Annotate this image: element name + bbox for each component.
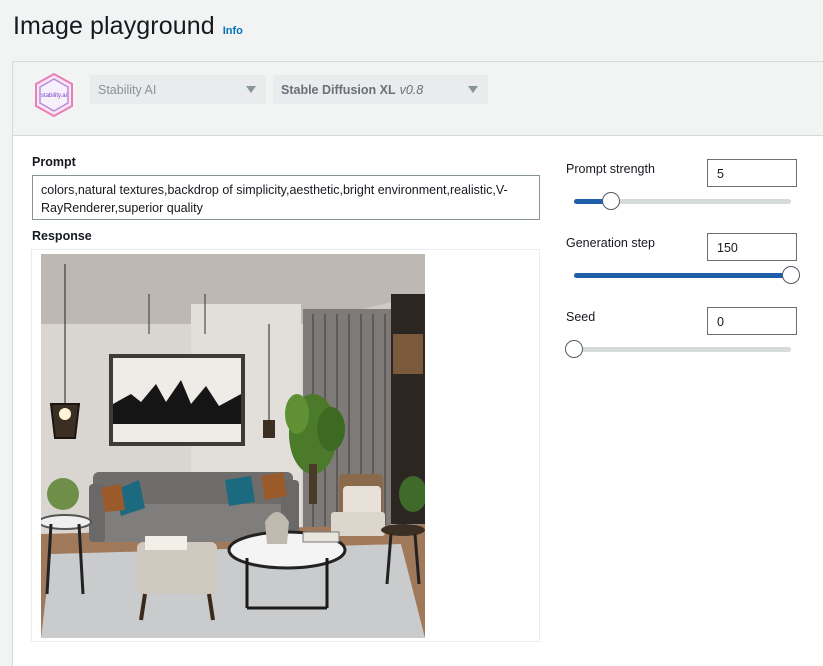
- prompt-strength-slider[interactable]: [574, 192, 791, 210]
- generation-step-slider[interactable]: [574, 266, 800, 284]
- generated-image: [41, 254, 425, 638]
- info-link[interactable]: Info: [223, 25, 243, 37]
- response-area: [31, 249, 540, 642]
- model-select-version: v0.8: [399, 82, 424, 97]
- page-header: Image playground Info: [13, 12, 243, 41]
- prompt-label: Prompt: [32, 155, 76, 169]
- playground-panel: stability.ai Stability AI Stable Diffusi…: [12, 61, 823, 666]
- provider-select-value: Stability AI: [98, 82, 157, 97]
- model-select[interactable]: Stable Diffusion XL v0.8: [273, 75, 488, 104]
- slider-fill: [574, 273, 791, 278]
- prompt-strength-label: Prompt strength: [566, 162, 655, 176]
- slider-thumb[interactable]: [782, 266, 800, 284]
- prompt-input[interactable]: colors,natural textures,backdrop of simp…: [32, 175, 540, 220]
- model-selector-bar: stability.ai Stability AI Stable Diffusi…: [13, 62, 823, 136]
- prompt-strength-input[interactable]: 5: [707, 159, 797, 187]
- caret-down-icon: [246, 86, 256, 93]
- provider-select[interactable]: Stability AI: [90, 75, 266, 104]
- svg-text:stability.ai: stability.ai: [41, 93, 67, 99]
- page-title: Image playground: [13, 12, 215, 40]
- generation-step-label: Generation step: [566, 236, 655, 250]
- slider-thumb[interactable]: [601, 192, 620, 210]
- response-label: Response: [32, 229, 92, 243]
- seed-input[interactable]: 0: [707, 307, 797, 335]
- model-select-name: Stable Diffusion XL: [281, 82, 396, 97]
- caret-down-icon: [468, 86, 478, 93]
- seed-label: Seed: [566, 310, 596, 324]
- generation-step-input[interactable]: 150: [707, 233, 797, 261]
- stability-ai-logo: stability.ai: [31, 72, 77, 118]
- slider-thumb[interactable]: [565, 340, 583, 358]
- seed-slider[interactable]: [565, 340, 791, 358]
